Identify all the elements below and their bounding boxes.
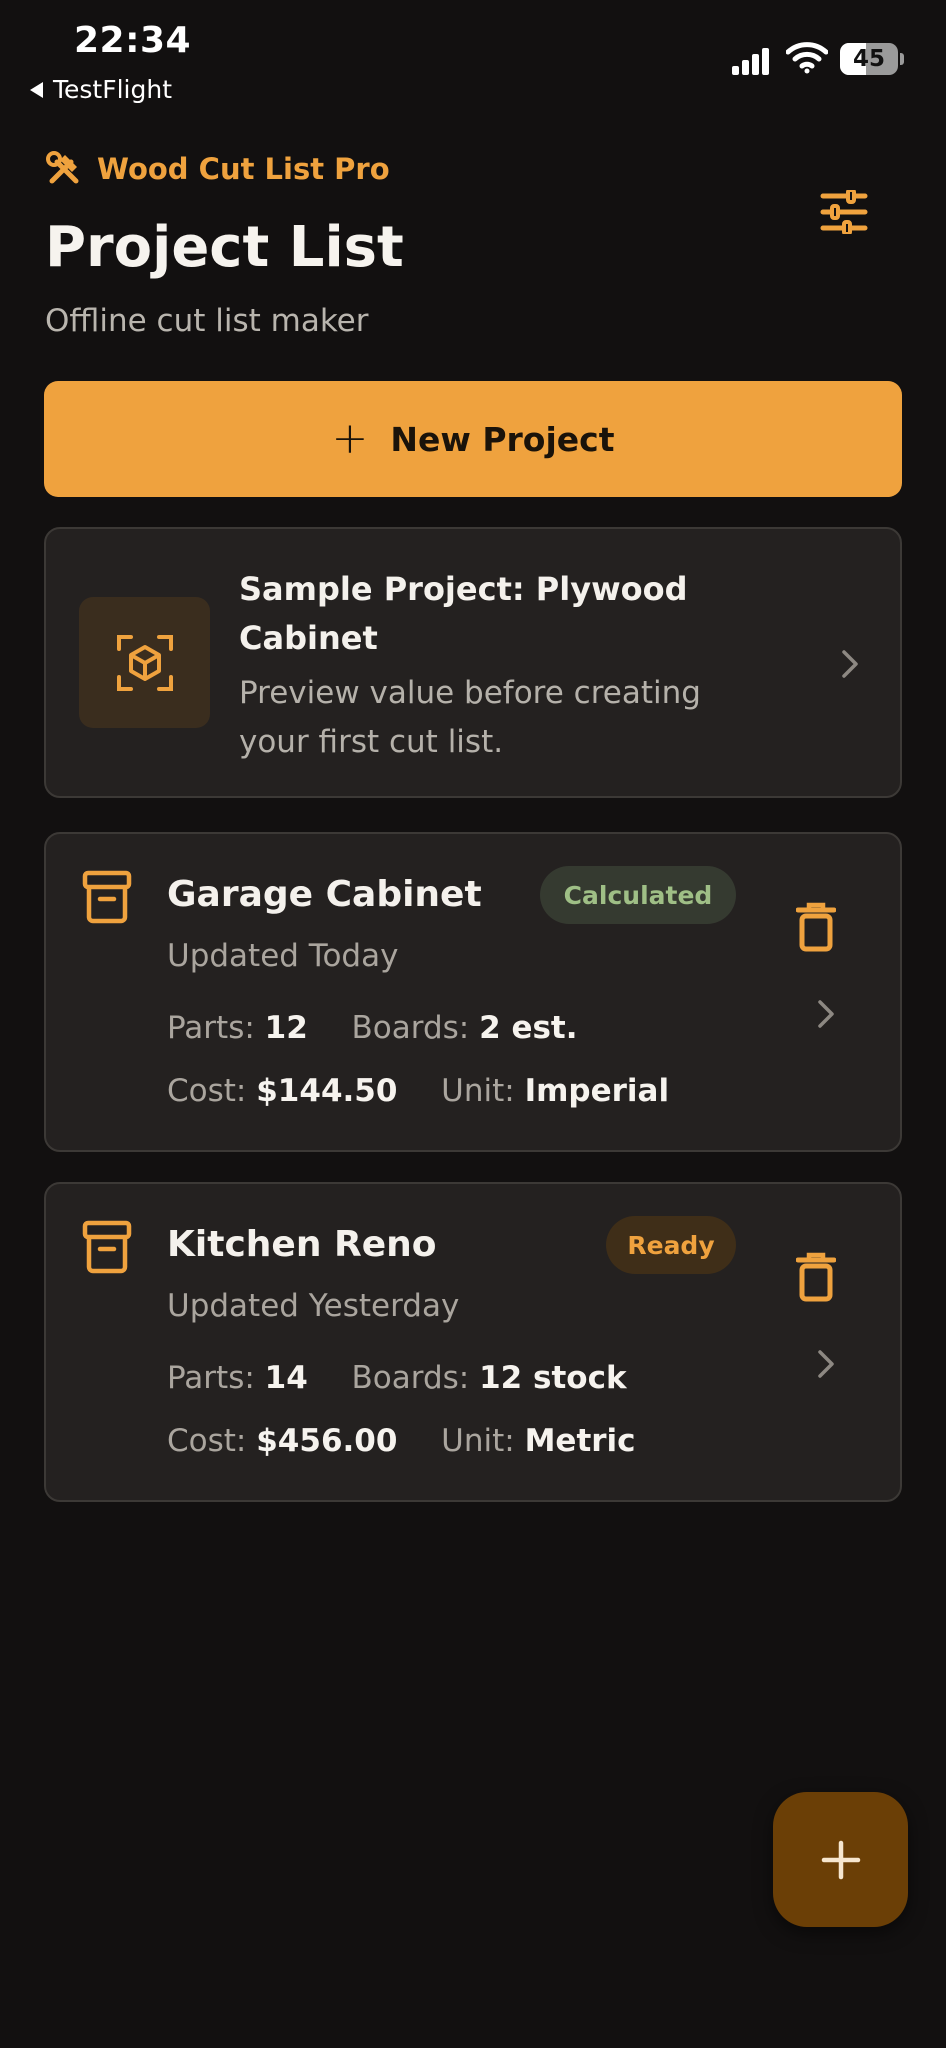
sample-project-description: Preview value before creating your first… bbox=[239, 675, 701, 760]
trash-icon bbox=[796, 1252, 836, 1302]
wifi-icon bbox=[786, 42, 828, 74]
delete-project-button[interactable] bbox=[788, 896, 844, 958]
project-name: Kitchen Reno bbox=[167, 1224, 437, 1265]
boards-value: 12 stock bbox=[479, 1360, 627, 1396]
unit-label: Unit: bbox=[441, 1423, 515, 1459]
project-stats-row: Parts: 12 Boards: 2 est. bbox=[167, 1010, 578, 1046]
back-to-app-link[interactable]: TestFlight bbox=[30, 75, 172, 104]
sliders-icon bbox=[820, 190, 868, 234]
project-cost-row: Cost: $456.00 Unit: Metric bbox=[167, 1423, 636, 1459]
boards-label: Boards: bbox=[351, 1010, 470, 1046]
chevron-right-icon bbox=[806, 994, 846, 1034]
brand: Wood Cut List Pro bbox=[45, 150, 390, 188]
unit-value: Imperial bbox=[524, 1073, 670, 1109]
archive-box-icon bbox=[82, 1220, 132, 1274]
project-card[interactable]: Garage Cabinet Calculated Updated Today … bbox=[44, 832, 902, 1152]
cost-label: Cost: bbox=[167, 1073, 247, 1109]
back-app-label: TestFlight bbox=[53, 75, 173, 104]
project-updated: Updated Today bbox=[167, 938, 399, 974]
plus-icon: + bbox=[331, 413, 369, 464]
project-stats-row: Parts: 14 Boards: 12 stock bbox=[167, 1360, 627, 1396]
add-project-fab[interactable] bbox=[773, 1792, 908, 1927]
hammer-wrench-icon bbox=[46, 151, 79, 184]
app-name: Wood Cut List Pro bbox=[97, 152, 390, 186]
status-badge: Ready bbox=[606, 1216, 736, 1274]
archive-box-icon bbox=[82, 870, 132, 924]
parts-label: Parts: bbox=[167, 1010, 255, 1046]
unit-value: Metric bbox=[524, 1423, 636, 1459]
sample-icon-tile bbox=[79, 597, 210, 728]
new-project-button[interactable]: + New Project bbox=[44, 381, 902, 497]
parts-value: 12 bbox=[264, 1010, 308, 1046]
project-updated: Updated Yesterday bbox=[167, 1288, 460, 1324]
delete-project-button[interactable] bbox=[788, 1246, 844, 1308]
battery-level: 45 bbox=[852, 46, 885, 72]
cellular-signal-icon bbox=[732, 48, 769, 75]
status-bar: 22:34 TestFlight 45 bbox=[0, 0, 946, 112]
settings-button[interactable] bbox=[812, 180, 876, 244]
cost-label: Cost: bbox=[167, 1423, 247, 1459]
status-badge: Calculated bbox=[540, 866, 736, 924]
status-time: 22:34 bbox=[74, 20, 192, 61]
project-card[interactable]: Kitchen Reno Ready Updated Yesterday Par… bbox=[44, 1182, 902, 1502]
cube-scan-icon bbox=[116, 634, 173, 691]
new-project-label: New Project bbox=[390, 419, 615, 459]
project-name: Garage Cabinet bbox=[167, 874, 482, 915]
unit-label: Unit: bbox=[441, 1073, 515, 1109]
project-cost-row: Cost: $144.50 Unit: Imperial bbox=[167, 1073, 669, 1109]
back-arrow-icon bbox=[30, 81, 43, 98]
parts-label: Parts: bbox=[167, 1360, 255, 1396]
battery-cap bbox=[900, 53, 904, 65]
plus-icon bbox=[821, 1840, 860, 1879]
cost-value: $456.00 bbox=[256, 1423, 398, 1459]
parts-value: 14 bbox=[264, 1360, 308, 1396]
chevron-right-icon bbox=[830, 644, 870, 684]
boards-value: 2 est. bbox=[479, 1010, 578, 1046]
sample-project-card[interactable]: Sample Project: Plywood Cabinet Preview … bbox=[44, 527, 902, 798]
boards-label: Boards: bbox=[351, 1360, 470, 1396]
trash-icon bbox=[796, 902, 836, 952]
battery-icon: 45 bbox=[840, 43, 898, 75]
page-title: Project List bbox=[45, 215, 404, 280]
page-subtitle: Offline cut list maker bbox=[45, 303, 369, 339]
chevron-right-icon bbox=[806, 1344, 846, 1384]
cost-value: $144.50 bbox=[256, 1073, 398, 1109]
sample-project-title: Sample Project: Plywood Cabinet bbox=[239, 570, 688, 657]
